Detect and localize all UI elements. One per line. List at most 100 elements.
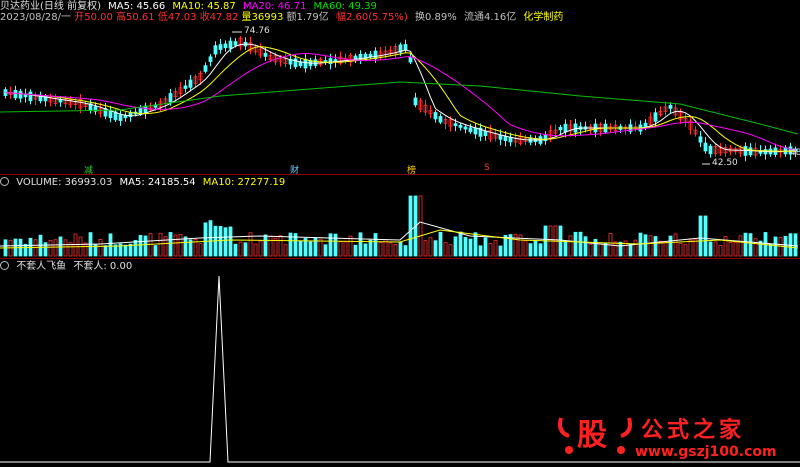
candle-body [563, 123, 568, 133]
volume-bar [418, 195, 423, 257]
ma5-line [5, 43, 796, 153]
low-price-label: 42.50 [712, 158, 738, 168]
candle-body [183, 85, 188, 89]
volume-settings-icon[interactable] [0, 177, 9, 186]
candle-body [403, 44, 408, 51]
panel-separator-2 [0, 258, 800, 259]
kline-chart[interactable] [0, 0, 800, 467]
volume-bar [368, 239, 373, 257]
volume-bar [668, 235, 673, 257]
volume-bar [353, 244, 358, 257]
candle-body [203, 65, 208, 72]
volume-bar [123, 244, 128, 257]
volume-bar [448, 244, 453, 257]
watermark-name: 公式之家 [641, 418, 746, 443]
indicator-settings-icon[interactable] [0, 261, 9, 270]
volume-bar [673, 233, 678, 257]
volume-bar [223, 227, 228, 257]
volume-bar [748, 233, 753, 257]
volume-bar [208, 220, 213, 257]
volume-bar [318, 238, 323, 257]
volume-bar [723, 236, 728, 257]
candle-body [508, 137, 513, 143]
candle-body [708, 145, 713, 155]
candle-body [58, 99, 63, 103]
candle-body [558, 126, 563, 131]
candle-body [498, 134, 503, 140]
volume-bar [23, 243, 28, 257]
volume-bar [58, 236, 63, 257]
candle-body [263, 52, 268, 57]
right-edge-label: 48 [790, 148, 800, 158]
candle-body [433, 112, 438, 120]
candle-body [303, 58, 308, 69]
ma20-line [5, 52, 796, 151]
volume-bar [108, 233, 113, 257]
candle-body [208, 56, 213, 62]
candle-body [668, 105, 673, 109]
volume-bar [103, 245, 108, 257]
candle-body [748, 147, 753, 156]
volume-bar [538, 243, 543, 257]
candle-body [413, 97, 418, 106]
volume-bar [648, 235, 653, 257]
volume-bar [243, 242, 248, 257]
candle-body [223, 43, 228, 49]
volume-bar [53, 239, 58, 257]
indicator-name[interactable]: 不套人飞鱼 [16, 261, 66, 272]
candle-body [438, 116, 443, 123]
volume-bar [308, 241, 313, 257]
volume-bar [528, 243, 533, 257]
ma10-line [5, 46, 796, 152]
panel-separator-1 [0, 174, 800, 175]
volume-bar [568, 235, 573, 257]
volume-bar [263, 234, 268, 257]
candle-body [213, 45, 218, 55]
candle-body [408, 56, 413, 63]
volume-bar [258, 240, 263, 257]
candle-body [573, 123, 578, 133]
marker-s[interactable]: S [484, 163, 490, 173]
volume-bar [743, 232, 748, 257]
volume-bar [433, 240, 438, 257]
volume-bar [738, 235, 743, 257]
watermark-char: 股 [577, 418, 607, 453]
volume-bar [363, 243, 368, 257]
volume-bar [233, 243, 238, 257]
candle-body [18, 91, 23, 99]
candle-body [453, 123, 458, 127]
volume-bar [583, 236, 588, 257]
volume-bar [373, 233, 378, 257]
candle-body [143, 105, 148, 114]
volume-bar [483, 237, 488, 257]
volume-bar [63, 239, 68, 257]
volume-bar [138, 235, 143, 257]
volume-bar [463, 237, 468, 257]
candle-body [293, 58, 298, 68]
candle-body [228, 40, 233, 49]
candle-body [23, 94, 28, 98]
volume-bar [48, 239, 53, 257]
volume-bar [773, 236, 778, 257]
volume-bar [153, 245, 158, 257]
volume-bar [573, 231, 578, 257]
volume-bar [333, 233, 338, 257]
candle-body [118, 114, 123, 121]
volume-bar [698, 215, 703, 257]
volume-bar [728, 242, 733, 257]
volume-bar [708, 241, 713, 257]
high-price-label: 74.76 [244, 26, 270, 36]
volume-bar [593, 239, 598, 257]
volume-bar [133, 239, 138, 257]
candle-body [503, 135, 508, 142]
candle-body [473, 127, 478, 135]
volume-bar [423, 240, 428, 257]
volume-bar [253, 243, 258, 257]
volume-bar [343, 241, 348, 257]
volume-bar [663, 241, 668, 257]
volume-bar [398, 241, 403, 257]
volume-bar [453, 236, 458, 257]
volume-bar [98, 239, 103, 257]
volume-bar [598, 243, 603, 257]
indicator-value: 不套人: 0.00 [73, 261, 133, 272]
